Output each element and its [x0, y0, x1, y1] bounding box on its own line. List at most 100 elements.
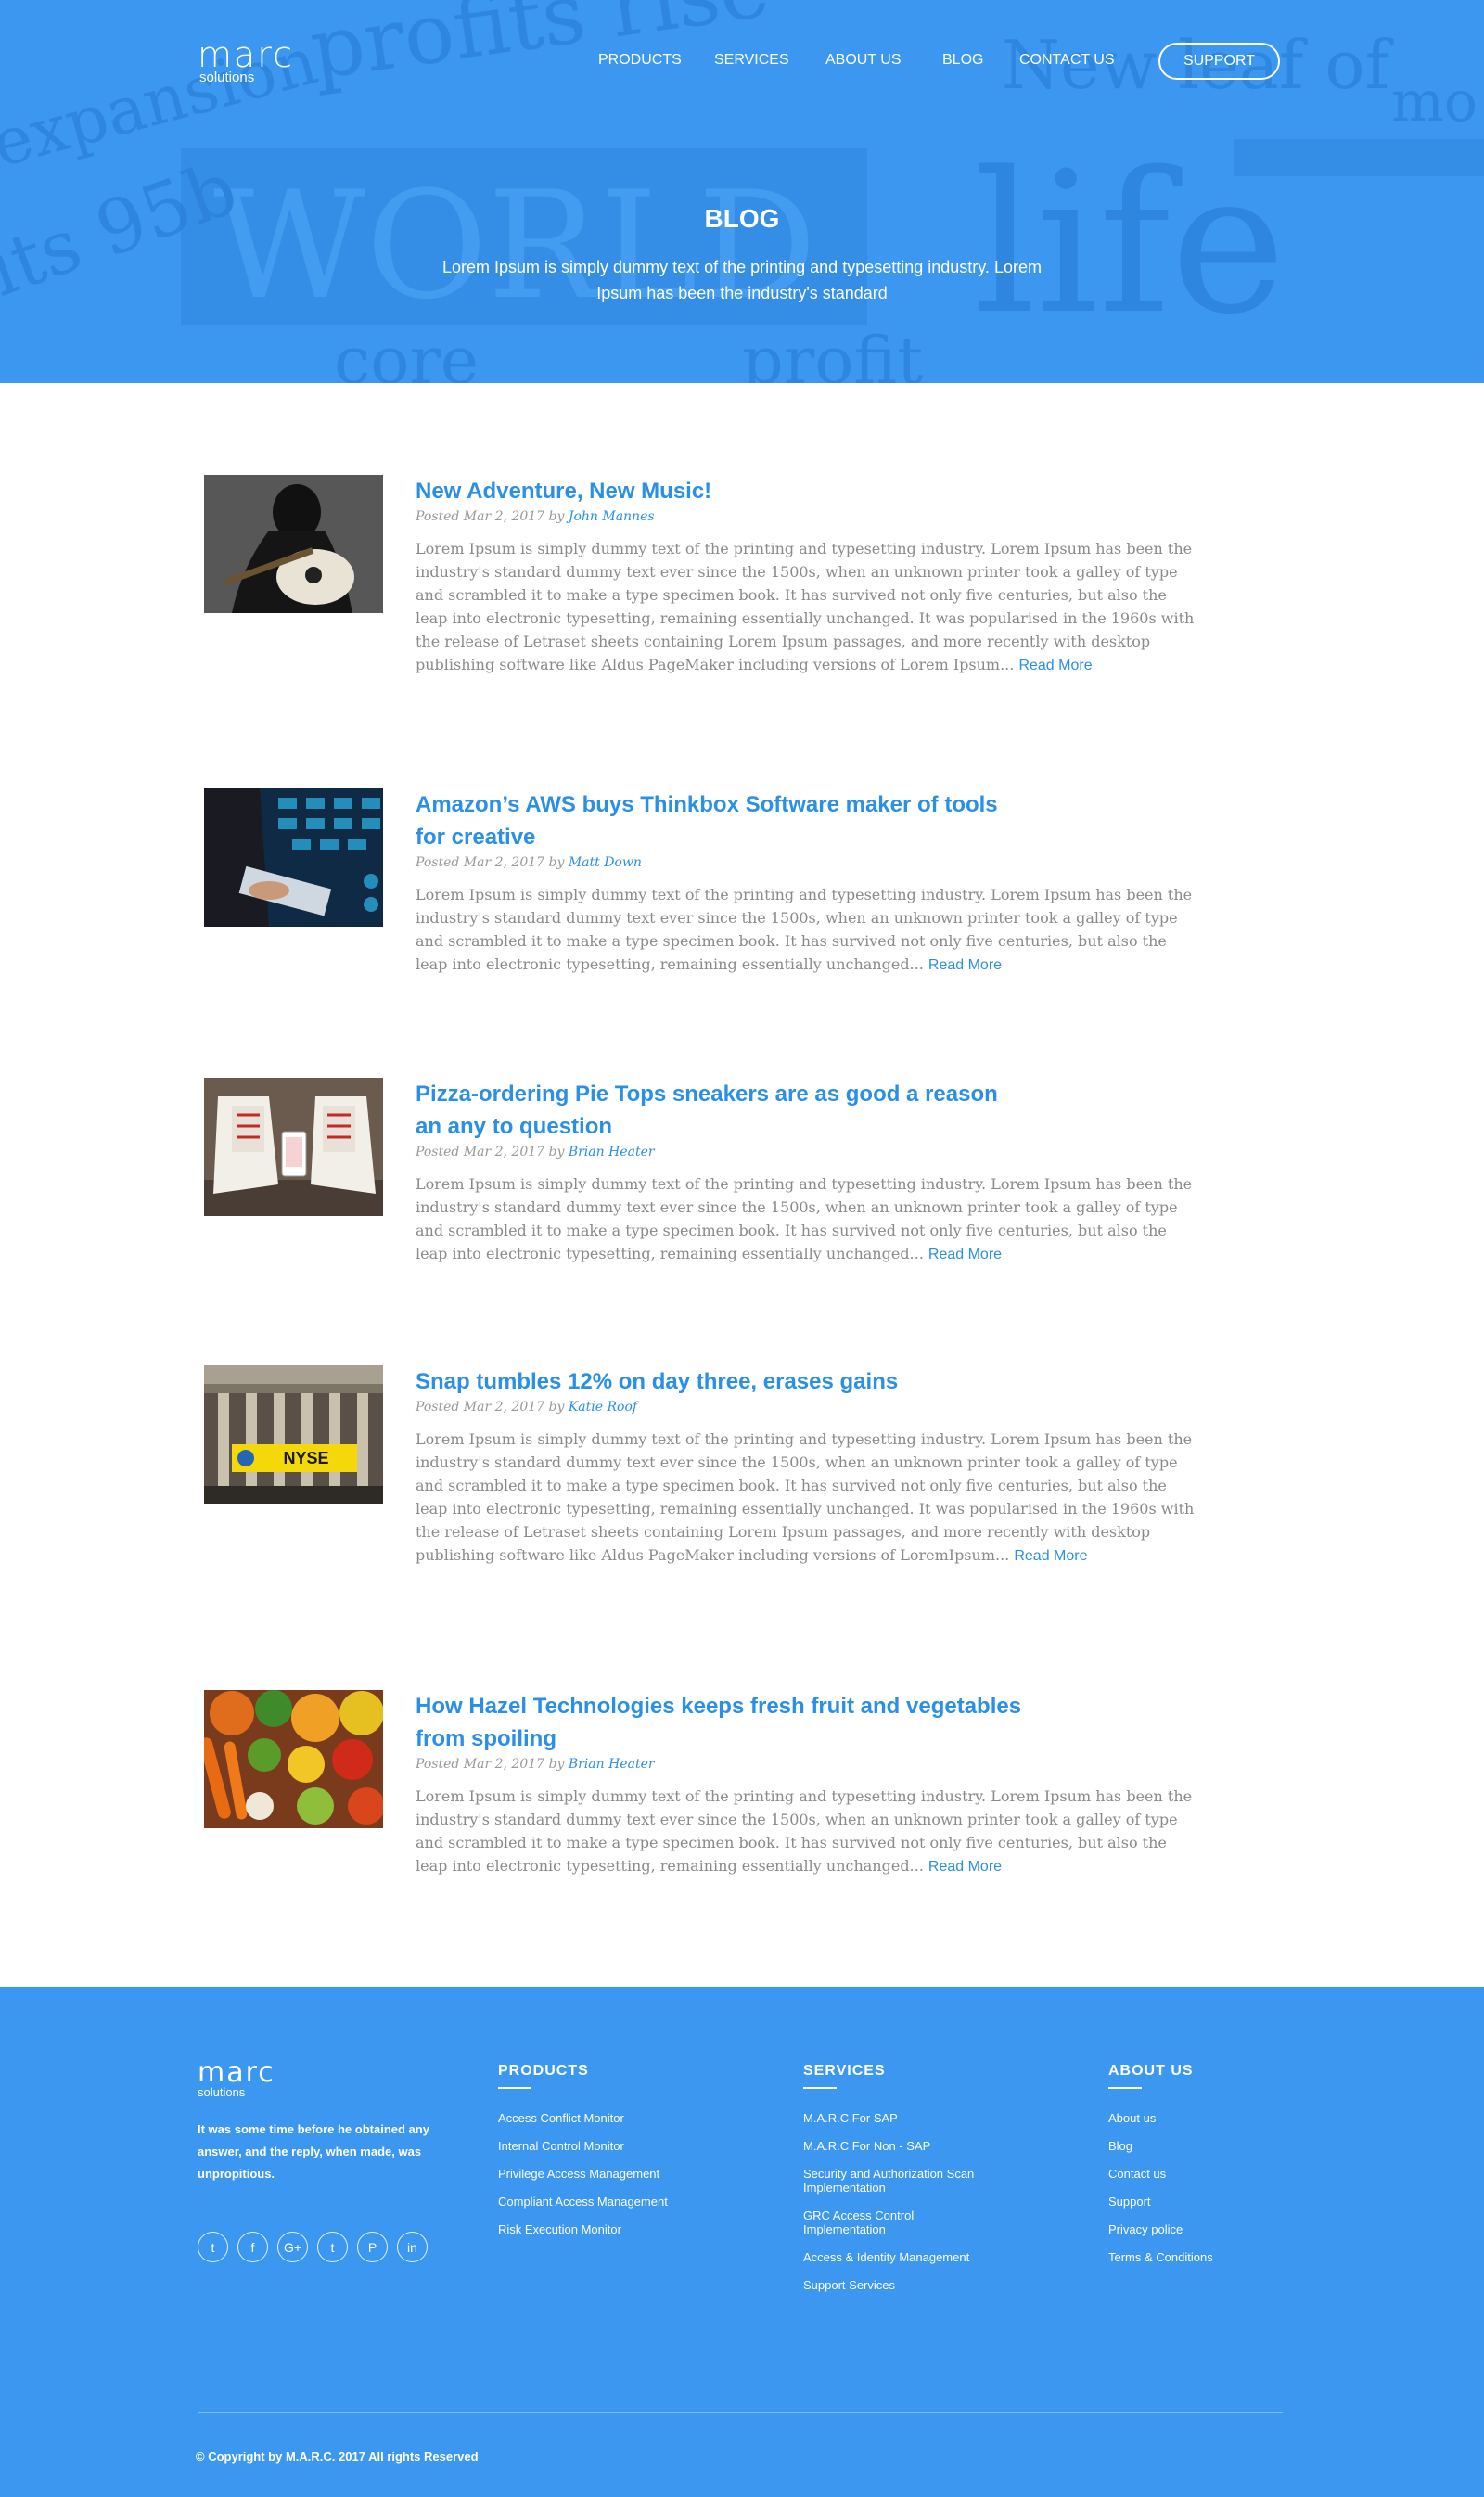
footer-link[interactable]: Blog	[1108, 2139, 1285, 2153]
footer-link[interactable]: GRC Access Control Implementation	[803, 2209, 979, 2236]
nyse-banner-text: NYSE	[283, 1449, 328, 1467]
google-plus-icon[interactable]: G+	[277, 2232, 308, 2262]
post-meta: Posted Mar 2, 2017 by John Mannes	[416, 509, 1195, 524]
post-excerpt: Lorem Ipsum is simply dummy text of the …	[416, 1172, 1195, 1266]
footer-link[interactable]: Contact us	[1108, 2167, 1285, 2181]
title-underline	[1108, 2087, 1142, 2089]
page-title: BLOG	[704, 204, 780, 233]
post-meta: Posted Mar 2, 2017 by Matt Down	[416, 855, 1195, 870]
footer-logo[interactable]: marc solutions	[198, 2056, 275, 2100]
footer-link[interactable]: Access Conflict Monitor	[498, 2111, 721, 2125]
footer-link[interactable]: Support	[1108, 2195, 1285, 2209]
footer-services-column: SERVICES M.A.R.C For SAP M.A.R.C For Non…	[803, 2063, 979, 2306]
footer-link[interactable]: M.A.R.C For Non - SAP	[803, 2139, 979, 2153]
nav-contact-us[interactable]: CONTACT US	[1019, 52, 1115, 69]
post-author-link[interactable]: Katie Roof	[569, 1400, 637, 1415]
facebook-icon[interactable]: f	[237, 2232, 268, 2262]
read-more-link[interactable]: Read More	[1018, 658, 1092, 673]
nav-products[interactable]: PRODUCTS	[598, 52, 682, 69]
title-underline	[803, 2087, 837, 2089]
svg-text:profit: profit	[742, 323, 923, 383]
vegetables-photo-icon	[204, 1690, 383, 1828]
post-content: New Adventure, New Music! Posted Mar 2, …	[416, 475, 1195, 677]
post-excerpt-text: Lorem Ipsum is simply dummy text of the …	[416, 1430, 1195, 1564]
post-excerpt: Lorem Ipsum is simply dummy text of the …	[416, 883, 1195, 977]
footer-column-title: SERVICES	[803, 2063, 886, 2079]
post-author-link[interactable]: John Mannes	[569, 509, 655, 524]
read-more-link[interactable]: Read More	[928, 1859, 1002, 1875]
footer-link[interactable]: Risk Execution Monitor	[498, 2222, 721, 2236]
post-content: Amazon’s AWS buys Thinkbox Software make…	[416, 788, 1195, 977]
read-more-link[interactable]: Read More	[928, 1247, 1002, 1262]
page-subtitle: Lorem Ipsum is simply dummy text of the …	[442, 258, 1042, 302]
nav-about-us[interactable]: ABOUT US	[825, 52, 902, 69]
footer-about-column: ABOUT US About us Blog Contact us Suppor…	[1108, 2063, 1285, 2278]
svg-text:core: core	[334, 323, 479, 383]
footer-link[interactable]: Privacy police	[1108, 2222, 1285, 2236]
svg-text:life: life	[974, 130, 1286, 357]
posted-date: Posted Mar 2, 2017 by	[416, 855, 565, 870]
footer-about-text: It was some time before he obtained any …	[198, 2122, 429, 2181]
footer-link[interactable]: M.A.R.C For SAP	[803, 2111, 979, 2125]
footer-logo-wordmark: marc	[198, 2056, 275, 2089]
post-excerpt-text: Lorem Ipsum is simply dummy text of the …	[416, 540, 1195, 673]
post-excerpt-text: Lorem Ipsum is simply dummy text of the …	[416, 1175, 1193, 1262]
post-image-vegetables[interactable]	[204, 1690, 383, 1828]
post-author-link[interactable]: Matt Down	[569, 855, 642, 870]
post-author-link[interactable]: Brian Heater	[569, 1757, 655, 1772]
read-more-link[interactable]: Read More	[1014, 1548, 1087, 1564]
footer-link[interactable]: Access & Identity Management	[803, 2250, 979, 2264]
footer-column-title: ABOUT US	[1108, 2063, 1194, 2079]
footer-link[interactable]: Internal Control Monitor	[498, 2139, 721, 2153]
twitter-icon[interactable]: t	[198, 2232, 228, 2262]
post-excerpt-text: Lorem Ipsum is simply dummy text of the …	[416, 886, 1193, 973]
sneakers-photo-icon	[204, 1078, 383, 1216]
post-image-tech[interactable]	[204, 788, 383, 927]
support-button[interactable]: SUPPORT	[1158, 43, 1280, 80]
post-meta: Posted Mar 2, 2017 by Katie Roof	[416, 1400, 1195, 1415]
footer-products-column: PRODUCTS Access Conflict Monitor Interna…	[498, 2063, 721, 2250]
footer-link[interactable]: Terms & Conditions	[1108, 2250, 1285, 2264]
post-excerpt: Lorem Ipsum is simply dummy text of the …	[416, 537, 1195, 677]
post-title[interactable]: Amazon’s AWS buys Thinkbox Software make…	[416, 788, 1009, 853]
post-title[interactable]: Pizza-ordering Pie Tops sneakers are as …	[416, 1078, 1028, 1143]
post-content: How Hazel Technologies keeps fresh fruit…	[416, 1690, 1195, 1878]
post-excerpt: Lorem Ipsum is simply dummy text of the …	[416, 1785, 1195, 1878]
nav-services[interactable]: SERVICES	[714, 52, 789, 69]
footer-divider	[198, 2412, 1283, 2413]
nav-blog[interactable]: BLOG	[942, 52, 983, 69]
read-more-link[interactable]: Read More	[928, 957, 1002, 973]
post-excerpt: Lorem Ipsum is simply dummy text of the …	[416, 1428, 1195, 1568]
post-excerpt-text: Lorem Ipsum is simply dummy text of the …	[416, 1787, 1193, 1875]
copyright-text: © Copyright by M.A.R.C. 2017 All rights …	[196, 2450, 479, 2464]
post-meta: Posted Mar 2, 2017 by Brian Heater	[416, 1145, 1195, 1159]
posted-date: Posted Mar 2, 2017 by	[416, 1400, 565, 1415]
post-content: Pizza-ordering Pie Tops sneakers are as …	[416, 1078, 1195, 1266]
nyse-photo-icon: NYSE	[204, 1365, 383, 1504]
tumblr-icon[interactable]: t	[317, 2232, 348, 2262]
footer-link[interactable]: About us	[1108, 2111, 1285, 2125]
footer-link[interactable]: Support Services	[803, 2278, 979, 2292]
posted-date: Posted Mar 2, 2017 by	[416, 1145, 565, 1159]
footer-link[interactable]: Security and Authorization Scan Implemen…	[803, 2167, 979, 2195]
post-image-nyse[interactable]: NYSE	[204, 1365, 383, 1504]
post-title[interactable]: Snap tumbles 12% on day three, erases ga…	[416, 1365, 1195, 1398]
post-author-link[interactable]: Brian Heater	[569, 1145, 655, 1159]
post-title[interactable]: How Hazel Technologies keeps fresh fruit…	[416, 1690, 1028, 1755]
pinterest-icon[interactable]: P	[357, 2232, 388, 2262]
posted-date: Posted Mar 2, 2017 by	[416, 1757, 565, 1772]
site-footer: marc solutions It was some time before h…	[0, 1987, 1484, 2497]
post-title[interactable]: New Adventure, New Music!	[416, 475, 1195, 507]
post-content: Snap tumbles 12% on day three, erases ga…	[416, 1365, 1195, 1568]
tech-tablet-photo-icon	[204, 788, 383, 927]
social-links: t f G+ t P in	[198, 2232, 428, 2262]
post-image-sneakers[interactable]	[204, 1078, 383, 1216]
footer-link[interactable]: Privilege Access Management	[498, 2167, 721, 2181]
footer-link[interactable]: Compliant Access Management	[498, 2195, 721, 2209]
post-image-guitar[interactable]	[204, 475, 383, 613]
posted-date: Posted Mar 2, 2017 by	[416, 509, 565, 524]
linkedin-icon[interactable]: in	[397, 2232, 428, 2262]
post-meta: Posted Mar 2, 2017 by Brian Heater	[416, 1757, 1195, 1772]
footer-column-title: PRODUCTS	[498, 2063, 589, 2079]
hero-banner: profits rise expansion WORLD life New le…	[0, 0, 1484, 383]
